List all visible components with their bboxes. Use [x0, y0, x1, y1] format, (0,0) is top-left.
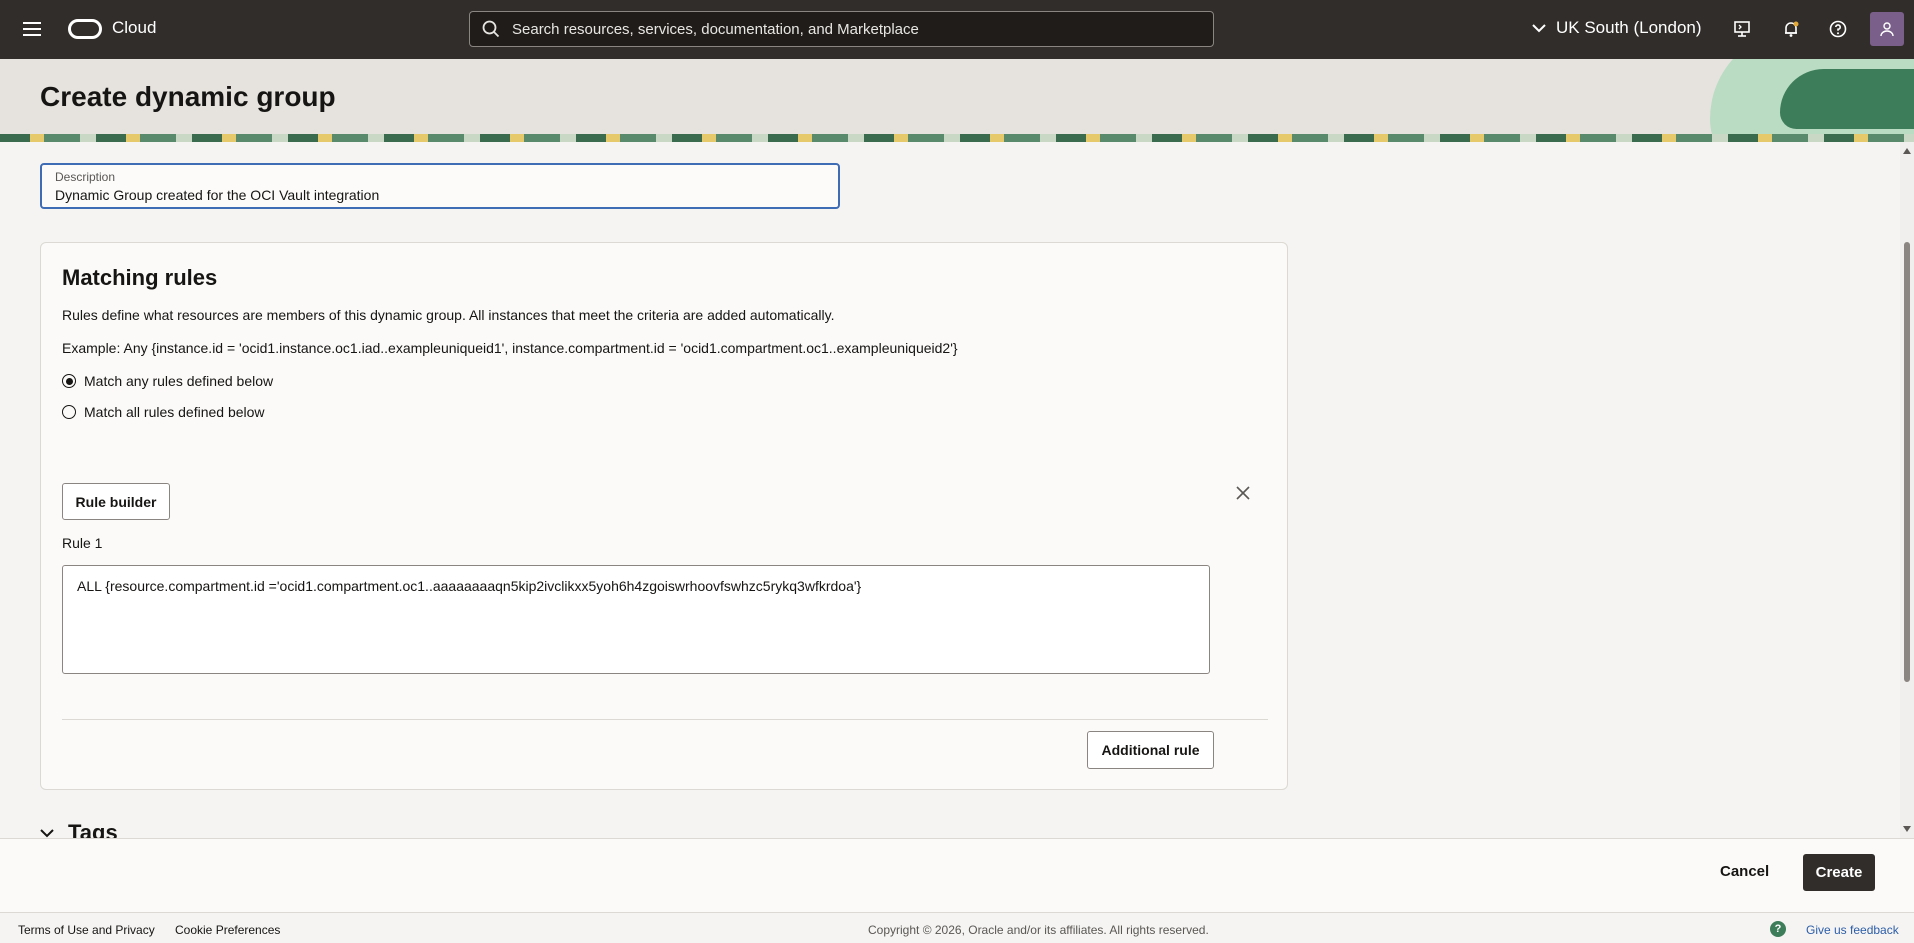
rule-1-label: Rule 1 [62, 535, 103, 551]
terms-link[interactable]: Terms of Use and Privacy [18, 923, 155, 937]
brand-name[interactable]: Cloud [112, 18, 156, 38]
scroll-up-arrow-icon[interactable] [1903, 148, 1911, 154]
scrollbar-thumb[interactable] [1904, 242, 1910, 682]
page-header: Create dynamic group [0, 59, 1914, 142]
feedback-icon[interactable]: ? [1770, 921, 1786, 937]
remove-rule-close-icon[interactable] [1233, 483, 1253, 503]
help-icon[interactable] [1826, 17, 1850, 41]
description-label: Description [55, 170, 116, 184]
top-navigation-bar: Cloud UK South (London) [0, 0, 1914, 59]
search-bar[interactable] [469, 11, 1214, 47]
rule-builder-button[interactable]: Rule builder [62, 483, 170, 520]
content-scrollbar[interactable] [1900, 142, 1914, 838]
radio-match-all-label: Match all rules defined below [84, 404, 265, 420]
oracle-logo-icon[interactable] [68, 19, 102, 39]
rule-1-value[interactable]: ALL {resource.compartment.id ='ocid1.com… [77, 578, 861, 594]
radio-match-all[interactable]: Match all rules defined below [62, 404, 265, 420]
matching-rules-intro: Rules define what resources are members … [62, 307, 835, 323]
menu-icon[interactable] [20, 17, 44, 41]
radio-selected-icon[interactable] [62, 374, 76, 388]
matching-rules-card: Matching rules Rules define what resourc… [40, 242, 1288, 790]
scroll-down-arrow-icon[interactable] [1903, 826, 1911, 832]
cookie-preferences-link[interactable]: Cookie Preferences [175, 923, 280, 937]
card-divider [62, 719, 1268, 720]
feedback-link[interactable]: Give us feedback [1806, 923, 1899, 937]
rule-1-textarea[interactable]: ALL {resource.compartment.id ='ocid1.com… [62, 565, 1210, 674]
cloud-shell-icon[interactable] [1730, 17, 1754, 41]
create-button[interactable]: Create [1803, 854, 1875, 891]
matching-rules-example: Example: Any {instance.id = 'ocid1.insta… [62, 340, 958, 356]
additional-rule-button[interactable]: Additional rule [1087, 731, 1214, 769]
copyright-text: Copyright © 2026, Oracle and/or its affi… [868, 923, 1209, 937]
radio-unselected-icon[interactable] [62, 405, 76, 419]
search-icon [482, 20, 500, 38]
description-input[interactable]: Dynamic Group created for the OCI Vault … [55, 187, 379, 203]
user-avatar-icon[interactable] [1870, 12, 1904, 46]
region-selector[interactable]: UK South (London) [1532, 18, 1702, 38]
radio-match-any-label: Match any rules defined below [84, 373, 274, 389]
description-field[interactable]: Description Dynamic Group created for th… [40, 163, 840, 209]
radio-match-any[interactable]: Match any rules defined below [62, 373, 273, 389]
chevron-down-icon [1532, 24, 1546, 33]
form-action-bar: Cancel Create [0, 838, 1914, 912]
matching-rules-title: Matching rules [62, 265, 218, 290]
chevron-down-icon [40, 829, 54, 838]
cancel-button[interactable]: Cancel [1720, 863, 1769, 880]
header-decoration-leaf [1780, 69, 1914, 129]
tags-section-toggle[interactable]: Tags [40, 820, 118, 838]
region-label: UK South (London) [1556, 18, 1702, 37]
search-input[interactable] [512, 20, 1192, 38]
form-content: Description Dynamic Group created for th… [0, 142, 1900, 838]
tags-title: Tags [68, 820, 118, 838]
page-title: Create dynamic group [40, 81, 336, 112]
page-footer: Terms of Use and Privacy Cookie Preferen… [0, 912, 1914, 943]
header-pattern-stripe [0, 134, 1914, 142]
notifications-bell-icon[interactable] [1779, 17, 1803, 41]
